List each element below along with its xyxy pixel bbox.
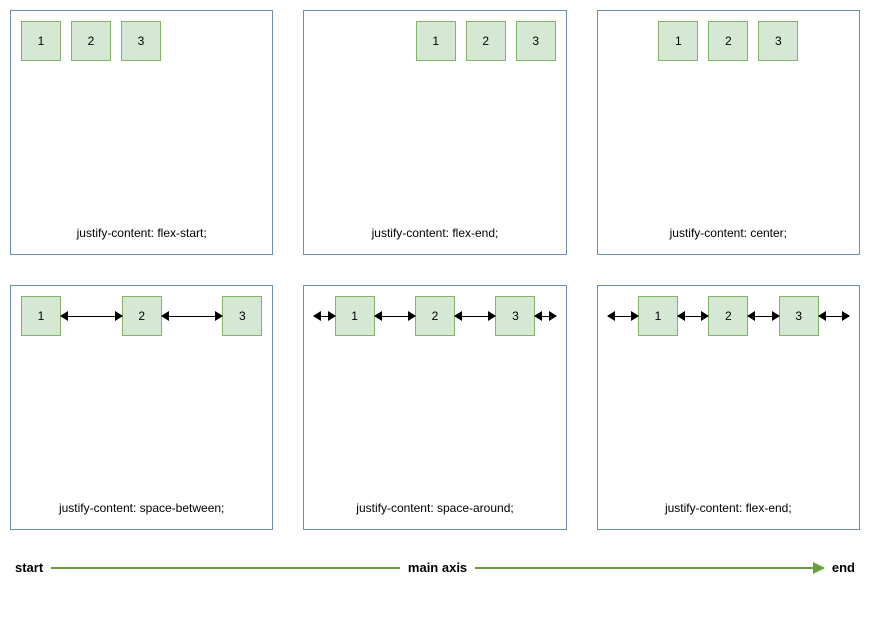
flex-container: 1 2 3 (21, 296, 262, 336)
flex-item: 1 (658, 21, 698, 61)
flex-item: 3 (758, 21, 798, 61)
flex-item: 3 (516, 21, 556, 61)
axis-arrow-icon (475, 567, 824, 569)
flex-item: 2 (71, 21, 111, 61)
flex-item: 3 (495, 296, 535, 336)
flex-item: 1 (21, 296, 61, 336)
panel-caption: justify-content: space-between; (11, 501, 272, 515)
flex-container: 1 2 3 (608, 296, 849, 336)
panel-flex-start: 1 2 3 justify-content: flex-start; (10, 10, 273, 255)
panel-caption: justify-content: space-around; (304, 501, 565, 515)
flex-item: 2 (122, 296, 162, 336)
flex-item: 2 (466, 21, 506, 61)
space-arrow-icon (678, 316, 708, 317)
panel-flex-end: 1 2 3 justify-content: flex-end; (303, 10, 566, 255)
flex-item: 1 (638, 296, 678, 336)
flex-item: 3 (222, 296, 262, 336)
space-arrow-icon (819, 316, 849, 317)
flex-container: 1 2 3 (608, 21, 849, 61)
flex-item: 1 (416, 21, 456, 61)
flex-container: 1 2 3 (314, 21, 555, 61)
space-arrow-icon (455, 316, 495, 317)
diagram-grid: 1 2 3 justify-content: flex-start; 1 2 3… (10, 10, 860, 530)
space-arrow-icon (748, 316, 778, 317)
panel-caption: justify-content: flex-end; (598, 501, 859, 515)
panel-caption: justify-content: flex-end; (304, 226, 565, 240)
flex-item: 1 (21, 21, 61, 61)
axis-line-icon (51, 567, 400, 569)
main-axis-indicator: start main axis end (10, 560, 860, 575)
panel-space-around: 1 2 3 justify-content: space-around; (303, 285, 566, 530)
panel-caption: justify-content: flex-start; (11, 226, 272, 240)
flex-item: 2 (708, 296, 748, 336)
flex-item: 2 (415, 296, 455, 336)
space-arrow-icon (61, 316, 122, 317)
space-arrow-icon (608, 316, 638, 317)
panel-caption: justify-content: center; (598, 226, 859, 240)
flex-item: 3 (121, 21, 161, 61)
panel-space-evenly: 1 2 3 justify-content: flex-end; (597, 285, 860, 530)
panel-space-between: 1 2 3 justify-content: space-between; (10, 285, 273, 530)
space-arrow-icon (535, 316, 555, 317)
flex-item: 1 (335, 296, 375, 336)
panel-center: 1 2 3 justify-content: center; (597, 10, 860, 255)
axis-end-label: end (832, 560, 855, 575)
flex-container: 1 2 3 (314, 296, 555, 336)
space-arrow-icon (314, 316, 334, 317)
flex-container: 1 2 3 (21, 21, 262, 61)
flex-item: 2 (708, 21, 748, 61)
flex-item: 3 (779, 296, 819, 336)
space-arrow-icon (375, 316, 415, 317)
axis-label: main axis (408, 560, 467, 575)
axis-start-label: start (15, 560, 43, 575)
space-arrow-icon (162, 316, 223, 317)
